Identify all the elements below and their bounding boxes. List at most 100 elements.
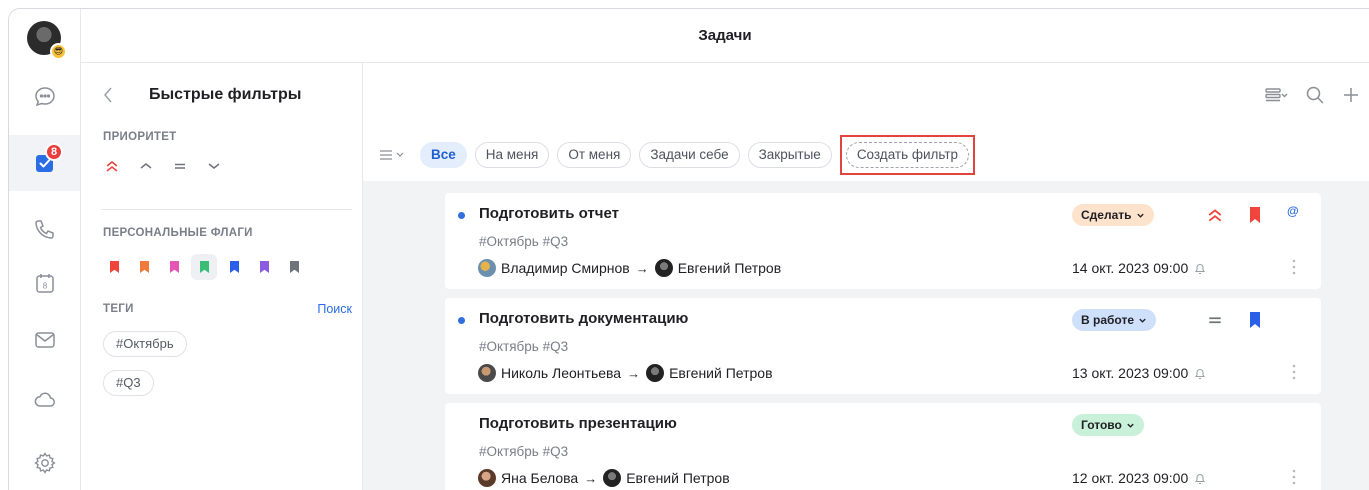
chevron-down-icon xyxy=(1127,423,1134,428)
bookmark-icon xyxy=(109,261,119,273)
plus-icon[interactable] xyxy=(1341,85,1361,105)
rail-chat[interactable] xyxy=(9,69,80,125)
task-title: Подготовить отчет xyxy=(479,205,619,222)
avatar xyxy=(654,259,673,277)
flag-option[interactable] xyxy=(161,254,187,280)
create-filter-highlight: Создать фильтр xyxy=(839,135,976,175)
priority-high[interactable] xyxy=(101,155,123,177)
task-people: Николь Леонтьева → Евгений Петров xyxy=(478,364,773,382)
flags-label: ПЕРСОНАЛЬНЫЕ ФЛАГИ xyxy=(103,227,253,239)
equals-icon xyxy=(175,163,185,169)
rail-calls[interactable] xyxy=(9,201,80,257)
tag-chip[interactable]: #Q3 xyxy=(103,370,154,396)
phone-icon xyxy=(34,220,54,239)
filter-chip-self-tasks[interactable]: Задачи себе xyxy=(639,142,740,168)
avatar xyxy=(478,259,496,277)
svg-text:8: 8 xyxy=(42,282,47,291)
flag-option[interactable] xyxy=(131,254,157,280)
page-title: Задачи xyxy=(698,27,752,44)
tag-chip[interactable]: #Октябрь xyxy=(103,331,187,357)
bell-icon xyxy=(1195,263,1206,274)
arrow-right-icon: → xyxy=(627,365,641,381)
flag-option[interactable] xyxy=(281,254,307,280)
rail-cloud[interactable] xyxy=(9,371,80,427)
task-title: Подготовить презентацию xyxy=(479,415,677,432)
status-badge[interactable]: Сделать xyxy=(1072,204,1154,226)
flag-option[interactable] xyxy=(191,254,217,280)
priority-options xyxy=(101,155,225,177)
filter-chip-assigned-to-me[interactable]: На меня xyxy=(474,142,550,168)
bookmark-icon xyxy=(1250,312,1260,328)
priority-medium-high[interactable] xyxy=(135,155,157,177)
flag-option[interactable] xyxy=(101,254,127,280)
avatar xyxy=(478,364,496,382)
priority-normal[interactable] xyxy=(169,155,191,177)
task-tags: #Октябрь #Q3 xyxy=(479,234,569,249)
task-author: Яна Белова xyxy=(501,470,579,486)
rail-mail[interactable] xyxy=(9,312,80,368)
task-author: Владимир Смирнов xyxy=(501,260,630,276)
mail-icon xyxy=(34,332,55,348)
bookmark-icon xyxy=(169,261,179,273)
task-author: Николь Леонтьева xyxy=(501,365,622,381)
task-card[interactable]: Подготовить презентацию #Октябрь #Q3 Яна… xyxy=(445,403,1321,490)
arrow-right-icon: → xyxy=(635,260,649,276)
bookmark-icon xyxy=(229,261,239,273)
more-icon[interactable] xyxy=(1291,362,1297,382)
view-mode-icon[interactable] xyxy=(1265,85,1289,105)
equals-icon xyxy=(1209,317,1221,324)
task-tags: #Октябрь #Q3 xyxy=(479,444,569,459)
task-tags: #Октябрь #Q3 xyxy=(479,339,569,354)
flag-option[interactable] xyxy=(251,254,277,280)
rail-calendar[interactable]: 8 xyxy=(9,255,80,311)
task-due-date: 12 окт. 2023 09:00 xyxy=(1072,470,1206,486)
filter-chip-from-me[interactable]: От меня xyxy=(557,142,632,168)
back-chevron-icon[interactable] xyxy=(101,85,115,105)
flag-options xyxy=(101,254,307,280)
task-due-date: 13 окт. 2023 09:00 xyxy=(1072,365,1206,381)
user-avatar[interactable]: 😎 xyxy=(27,21,67,60)
tasks-main: Все На меня От меня Задачи себе Закрытые… xyxy=(363,63,1369,490)
task-people: Яна Белова → Евгений Петров xyxy=(478,469,730,487)
task-due-date: 14 окт. 2023 09:00 xyxy=(1072,260,1206,276)
list-icon xyxy=(380,150,392,160)
status-emoji-icon: 😎 xyxy=(50,43,67,60)
double-chevron-up-icon xyxy=(106,160,118,172)
rail-tasks[interactable]: 8 xyxy=(9,135,80,191)
chevron-down-icon xyxy=(396,152,404,157)
gear-icon xyxy=(33,452,56,474)
task-people: Владимир Смирнов → Евгений Петров xyxy=(478,259,781,277)
priority-low[interactable] xyxy=(203,155,225,177)
bookmark-icon xyxy=(139,261,149,273)
bell-icon xyxy=(1195,368,1206,379)
task-assignee: Евгений Петров xyxy=(626,470,730,486)
unread-dot xyxy=(458,317,465,324)
filter-chip-all[interactable]: Все xyxy=(420,142,467,168)
status-badge[interactable]: В работе xyxy=(1072,309,1156,331)
task-assignee: Евгений Петров xyxy=(677,260,782,276)
cloud-icon xyxy=(34,392,55,407)
task-list: Подготовить отчет #Октябрь #Q3 Владимир … xyxy=(363,181,1369,490)
more-icon[interactable] xyxy=(1291,467,1297,487)
window-titlebar: Задачи xyxy=(81,9,1369,63)
task-assignee: Евгений Петров xyxy=(669,365,773,381)
create-filter-button[interactable]: Создать фильтр xyxy=(845,142,970,168)
task-card[interactable]: Подготовить документацию #Октябрь #Q3 Ни… xyxy=(445,298,1321,394)
filter-list-toggle[interactable] xyxy=(379,149,404,161)
search-icon[interactable] xyxy=(1305,85,1325,105)
panel-title: Быстрые фильтры xyxy=(149,86,302,103)
flag-option[interactable] xyxy=(221,254,247,280)
task-card[interactable]: Подготовить отчет #Октябрь #Q3 Владимир … xyxy=(445,193,1321,289)
tags-search-link[interactable]: Поиск xyxy=(317,302,352,316)
date-text: 13 окт. 2023 09:00 xyxy=(1072,365,1189,381)
status-badge[interactable]: Готово xyxy=(1072,414,1144,436)
date-text: 14 окт. 2023 09:00 xyxy=(1072,260,1189,276)
arrow-right-icon: → xyxy=(584,470,598,486)
priority-label: ПРИОРИТЕТ xyxy=(103,131,177,143)
mention-icon: @ xyxy=(1287,204,1299,218)
bookmark-icon xyxy=(259,261,269,273)
rail-settings[interactable] xyxy=(9,435,80,490)
filter-chip-closed[interactable]: Закрытые xyxy=(747,142,832,168)
chevron-down-icon xyxy=(1139,318,1146,323)
more-icon[interactable] xyxy=(1291,257,1297,277)
